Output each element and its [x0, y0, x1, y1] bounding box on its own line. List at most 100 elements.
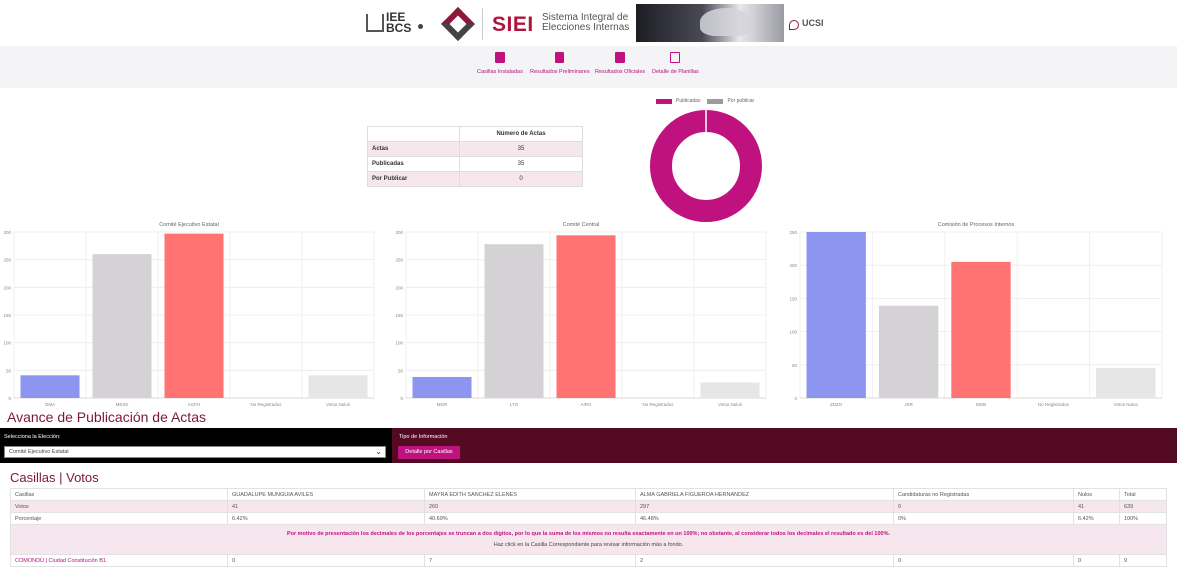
y-tick-label: 250: [3, 258, 11, 263]
brand-title: SIEI: [492, 13, 534, 36]
legend-swatch-publicadas: [656, 98, 672, 104]
votos-cell: Votos: [10, 500, 228, 513]
y-tick-label: 50: [398, 368, 404, 373]
x-tick-label: ZDZO: [830, 402, 843, 407]
bar: [878, 305, 939, 398]
donut-slice: [650, 110, 762, 222]
votos-cell: 639: [1119, 500, 1167, 513]
summary-row: Por Publicar 0: [367, 171, 583, 187]
nav-label: Detalle de Planillas: [652, 69, 699, 75]
nav-resultados-oficiales[interactable]: Resultados Oficiales: [595, 52, 645, 75]
nav-casillas-instaladas[interactable]: Casillas Instaladas: [477, 52, 523, 75]
col-header: ALMA GABRIELA FIGUEROA HERNANDEZ: [635, 488, 894, 501]
bar: [951, 261, 1011, 398]
y-tick-label: 250: [395, 258, 403, 263]
legend-label[interactable]: Por publicar: [727, 98, 754, 104]
header-divider: [482, 8, 483, 40]
select-label: Selecciona la Elección:: [4, 434, 61, 440]
header: IEE BCS SIEI Sistema Integral de Eleccio…: [0, 0, 1177, 46]
y-tick-label: 0: [400, 396, 403, 401]
nav-label: Resultados Oficiales: [595, 69, 646, 75]
y-tick-label: 50: [792, 363, 798, 368]
porcentaje-cell: 6.42%: [1073, 512, 1120, 525]
bar: [556, 235, 616, 398]
bar-chart-comite-ejecutivo: Comité Ejecutivo Estatal 0 50 100 150 200 250 3…: [3, 222, 375, 407]
col-header: Casillas: [10, 488, 228, 501]
y-tick-label: 100: [395, 341, 403, 346]
casilla-cell: 0: [893, 554, 1074, 567]
nav-detalle-planillas[interactable]: Detalle de Planillas: [652, 52, 699, 75]
x-tick-label: Votos Nulos: [326, 402, 351, 407]
election-select[interactable]: Comité Ejecutivo Estatal ⌄: [4, 446, 386, 458]
votos-cell: 297: [635, 500, 894, 513]
bar: [412, 376, 472, 398]
info-type-panel: [392, 428, 1177, 463]
x-tick-label: MGB: [976, 402, 986, 407]
note-cell: Por motivo de presentación los decimales…: [10, 524, 1167, 555]
votos-cell: 260: [424, 500, 636, 513]
porcentaje-cell: 100%: [1119, 512, 1167, 525]
casilla-row[interactable]: COMONDÚ | Ciudad Constitución B1 0 7 2 0…: [10, 554, 1167, 567]
y-tick-label: 100: [3, 341, 11, 346]
y-tick-label: 150: [395, 313, 403, 318]
truncation-note: Por motivo de presentación los decimales…: [286, 531, 891, 537]
detalle-casillas-button[interactable]: Detalle por Casillas: [398, 446, 460, 459]
casilla-cell: 0: [227, 554, 425, 567]
x-tick-label: MESE: [116, 402, 129, 407]
summary-corner: [367, 126, 460, 142]
chevron-down-icon: ⌄: [375, 447, 382, 456]
porcentaje-row: Porcentaje 6.42% 40.69% 46.48% 0% 6.42% …: [10, 512, 1167, 525]
x-tick-label: No Registrados: [250, 402, 282, 407]
legend-label[interactable]: Publicadas: [676, 98, 700, 104]
chart-title: Comité Central: [563, 222, 600, 228]
bar: [806, 232, 866, 398]
summary-value: 0: [459, 171, 583, 187]
votos-row: Votos 41 260 297 0 41 639: [10, 500, 1167, 513]
y-tick-label: 150: [3, 313, 11, 318]
x-tick-label: JSR: [904, 402, 913, 407]
summary-row: Publicadas 35: [367, 156, 583, 172]
casilla-cell: 9: [1119, 554, 1167, 567]
y-tick-label: 200: [395, 285, 403, 290]
x-tick-label: No Registrados: [642, 402, 674, 407]
nav-label: Resultados Preliminares: [530, 69, 590, 75]
actas-summary-table: Número de Actas Actas 35 Publicadas 35 P…: [367, 126, 583, 187]
casilla-link[interactable]: COMONDÚ | Ciudad Constitución B1: [10, 554, 228, 567]
y-tick-label: 300: [395, 230, 403, 235]
summary-value: 35: [459, 156, 583, 172]
votos-cell: 41: [1073, 500, 1120, 513]
brand-subtitle: Sistema Integral de Elecciones Internas: [542, 12, 630, 33]
ucsi-logo-icon: [789, 20, 799, 30]
bar: [20, 375, 80, 398]
chart-title: Comité Ejecutivo Estatal: [159, 222, 219, 228]
bar: [700, 382, 760, 398]
bar: [308, 375, 368, 398]
iee-logo-text: IEE BCS: [386, 10, 412, 35]
casilla-cell: 2: [635, 554, 894, 567]
porcentaje-cell: 46.48%: [635, 512, 894, 525]
note-row: Por motivo de presentación los decimales…: [10, 524, 1167, 555]
col-header: GUADALUPE MUNGUIA AVILES: [227, 488, 425, 501]
col-header: Total: [1119, 488, 1167, 501]
nav-resultados-preliminares[interactable]: Resultados Preliminares: [530, 52, 590, 75]
diamond-logo-icon: [441, 7, 475, 41]
porcentaje-cell: 40.69%: [424, 512, 636, 525]
summary-header-row: Número de Actas: [367, 126, 583, 142]
votos-cell: 41: [227, 500, 425, 513]
bar: [484, 244, 544, 398]
casilla-cell: 7: [424, 554, 636, 567]
y-tick-label: 0: [794, 396, 797, 401]
bar-chart-comision-procesos: Comisión de Procesos Internos 0 50 100 150 20…: [789, 222, 1163, 407]
x-tick-label: LTG: [510, 402, 519, 407]
summary-header: Número de Actas: [459, 126, 583, 142]
col-header: Candidaturas no Registradas: [893, 488, 1074, 501]
y-tick-label: 50: [6, 368, 12, 373]
bar: [1096, 368, 1156, 398]
house-icon: [366, 14, 384, 32]
votes-table: Casillas GUADALUPE MUNGUIA AVILES MAYRA …: [10, 488, 1167, 567]
casillas-title: Casillas | Votos: [10, 470, 99, 485]
x-tick-label: No Registrados: [1038, 402, 1070, 407]
election-select-value: Comité Ejecutivo Estatal: [9, 449, 69, 455]
y-tick-label: 0: [8, 396, 11, 401]
bar: [92, 254, 152, 398]
